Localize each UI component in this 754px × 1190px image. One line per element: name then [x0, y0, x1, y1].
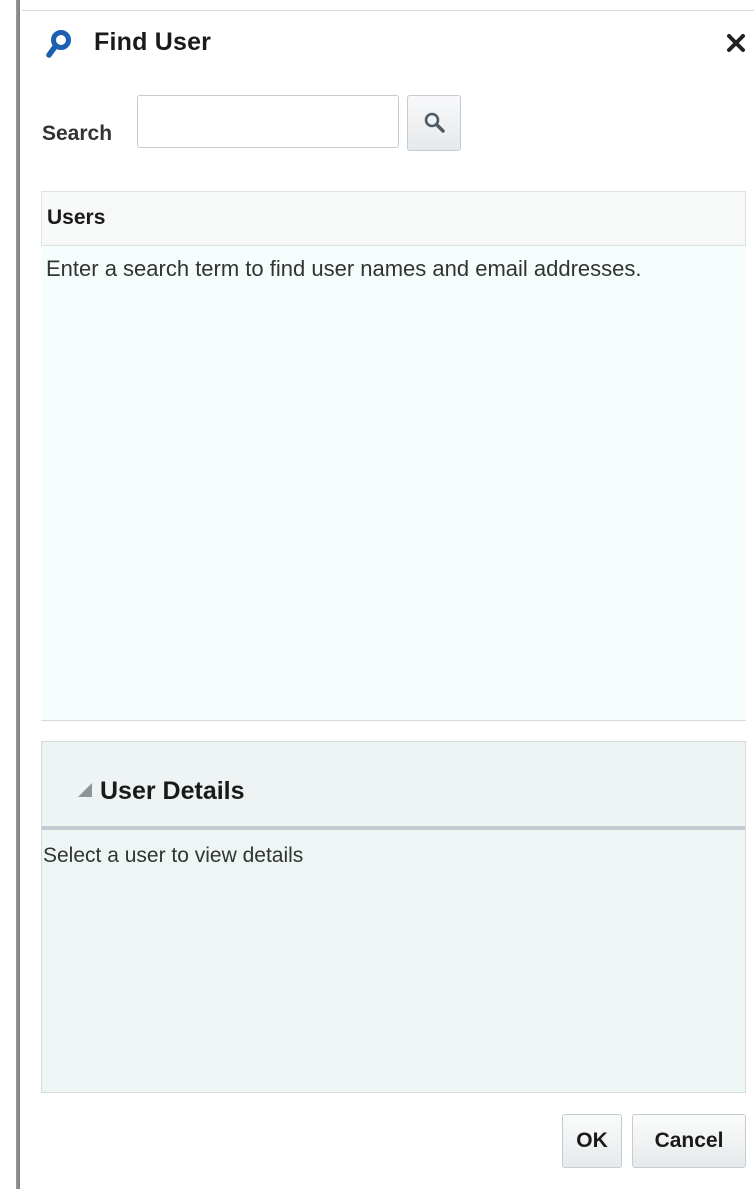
- search-icon: [46, 30, 71, 58]
- users-header: Users: [41, 191, 746, 246]
- search-input[interactable]: [137, 95, 399, 148]
- user-details-panel: User Details Select a user to view detai…: [41, 741, 746, 1093]
- cancel-button[interactable]: Cancel: [632, 1114, 746, 1168]
- background-window-edge: [0, 0, 22, 1189]
- user-details-empty-message: Select a user to view details: [43, 844, 304, 867]
- users-empty-message: Enter a search term to find user names a…: [46, 256, 642, 281]
- user-details-title: User Details: [100, 777, 245, 805]
- window-edge-bar: [16, 0, 20, 1189]
- disclosure-triangle-icon: [78, 783, 92, 797]
- dialog-title: Find User: [94, 28, 212, 56]
- dialog-header: Find User: [22, 11, 754, 77]
- magnifier-icon: [424, 112, 445, 133]
- users-panel: Users Enter a search term to find user n…: [41, 191, 746, 721]
- users-title: Users: [47, 206, 106, 229]
- search-button[interactable]: [407, 95, 461, 151]
- user-details-header[interactable]: User Details: [42, 742, 745, 830]
- ok-button[interactable]: OK: [562, 1114, 622, 1168]
- find-user-dialog: Find User Search Users Enter a search te…: [22, 10, 754, 1190]
- close-icon[interactable]: [722, 29, 750, 57]
- search-label: Search: [42, 122, 113, 145]
